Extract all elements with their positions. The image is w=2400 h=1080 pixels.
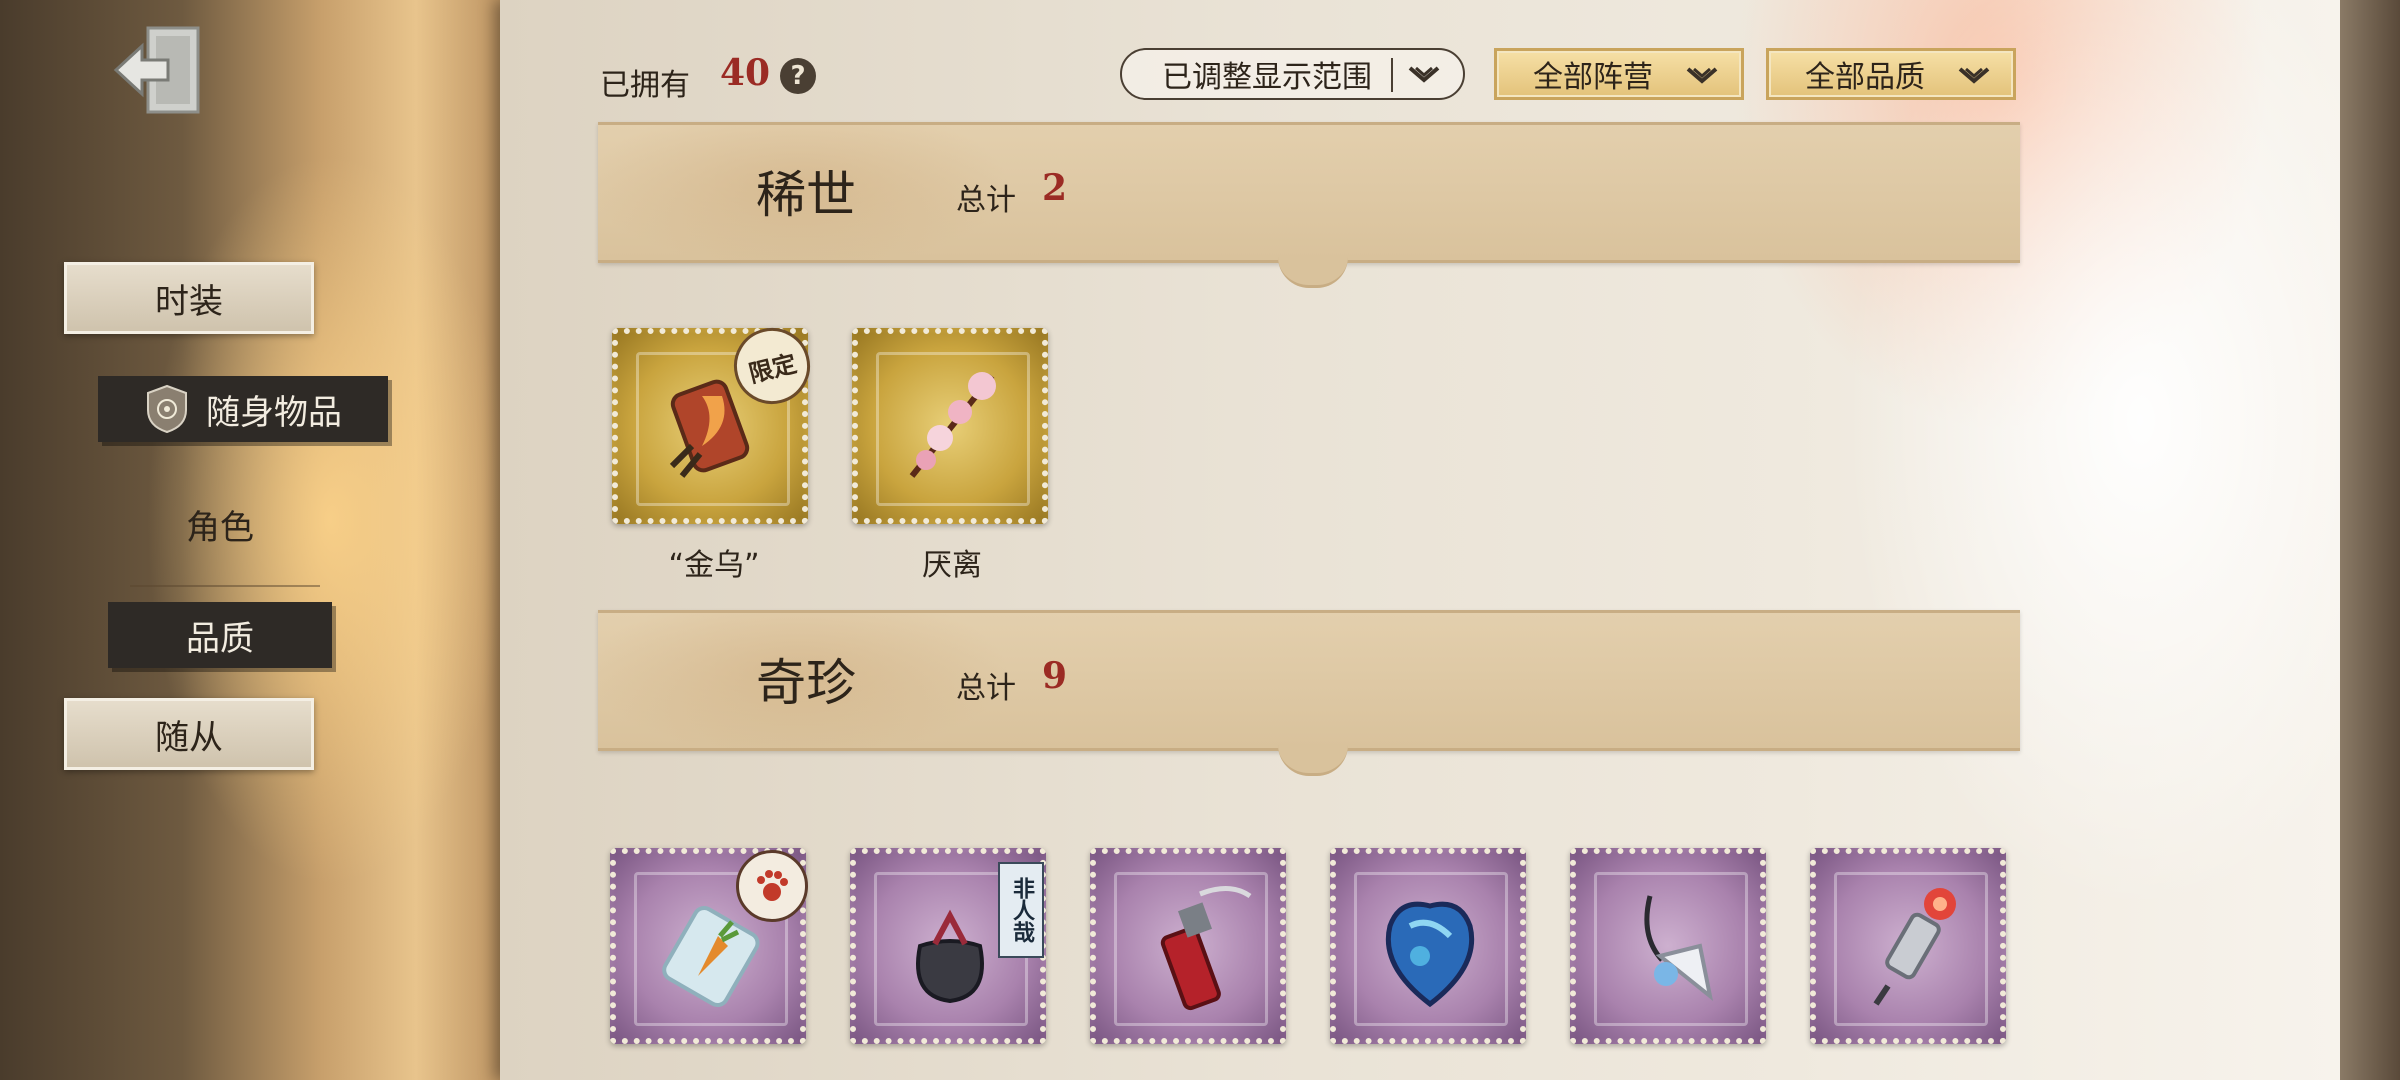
badge-text: 非人哉 (1009, 877, 1034, 943)
sidebar-item-follower[interactable]: 随从 (64, 698, 314, 770)
section-total-label: 总计 (956, 183, 1016, 218)
display-range-dropdown[interactable]: 已调整显示范围 (1120, 48, 1465, 100)
sidebar-item-accessories[interactable]: 随身物品 (98, 376, 388, 442)
section-title: 奇珍 (756, 654, 856, 712)
exit-icon[interactable] (110, 20, 210, 120)
item-stamp[interactable] (1570, 848, 1766, 1044)
paw-icon (736, 850, 808, 922)
item-stamp[interactable] (852, 328, 1048, 524)
item-name: “金乌” (668, 548, 760, 583)
item-stamp[interactable] (1810, 848, 2006, 1044)
blue-heart-gem-icon (1385, 901, 1475, 1008)
owned-count: 40 (720, 52, 771, 94)
dropdown-label: 全部品质 (1805, 60, 1925, 95)
item-name: 厌离 (922, 548, 982, 583)
item-stamp[interactable]: 非人哉 (850, 848, 1046, 1044)
pendant-icon (1644, 895, 1714, 1001)
item-stamp[interactable] (1330, 848, 1526, 1044)
section-total-label: 总计 (956, 671, 1016, 706)
feirenzai-badge: 非人哉 (998, 862, 1044, 958)
sidebar-divider (130, 585, 320, 587)
section-banner-treasure: 奇珍 总计 9 (598, 610, 2020, 776)
help-glyph: ? (790, 61, 806, 91)
sidebar-item-quality[interactable]: 品质 (108, 602, 332, 668)
left-panel: 时装 随身物品 角色 品质 随从 (0, 0, 520, 1080)
dropdown-label: 已调整显示范围 (1162, 60, 1372, 95)
dropdown-label: 全部阵营 (1533, 60, 1653, 95)
sidebar-item-label: 随身物品 (206, 392, 342, 433)
quality-dropdown[interactable]: 全部品质 (1766, 48, 2016, 100)
chevron-down-icon (1958, 67, 1990, 84)
red-lighter-icon (1160, 886, 1252, 1011)
shield-icon (147, 384, 187, 434)
badge-text: 限定 (745, 349, 800, 388)
section-banner-rare: 稀世 总计 2 (598, 122, 2020, 288)
owned-label: 已拥有 (600, 68, 690, 103)
faction-dropdown[interactable]: 全部阵营 (1494, 48, 1744, 100)
page-edge (2340, 0, 2400, 1080)
section-title: 稀世 (756, 166, 856, 224)
item-stamp[interactable]: 限定 (612, 319, 819, 524)
cherry-blossom-branch-icon (909, 372, 996, 478)
sidebar-item-fashion[interactable]: 时装 (64, 262, 314, 334)
sidebar-item-label: 时装 (155, 281, 223, 322)
chevron-down-icon (1686, 67, 1718, 84)
chevron-down-icon (1408, 66, 1440, 83)
spark-plug-icon (1873, 888, 1956, 1006)
section-total-count: 2 (1042, 167, 1068, 209)
sidebar-item-character[interactable]: 角色 (110, 496, 330, 552)
dropdown-separator (1391, 58, 1393, 92)
section-total-count: 9 (1042, 655, 1068, 697)
sidebar-item-label: 品质 (186, 618, 254, 659)
item-stamp[interactable] (1090, 848, 1286, 1044)
help-icon[interactable]: ? (780, 58, 816, 94)
sidebar-item-label: 角色 (186, 507, 254, 548)
sidebar-item-label: 随从 (155, 717, 223, 758)
item-stamp[interactable] (610, 848, 808, 1044)
